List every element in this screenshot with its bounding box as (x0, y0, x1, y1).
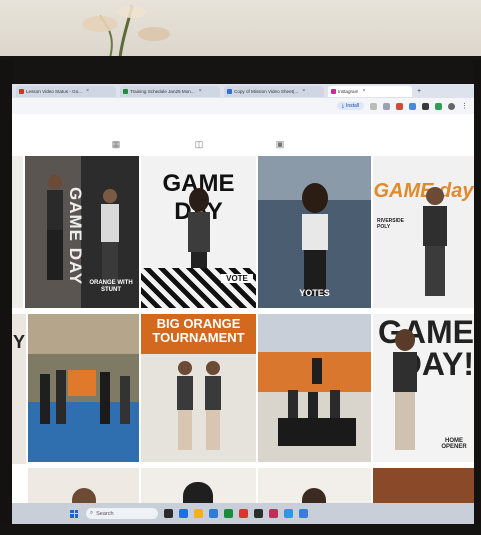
taskbar-search[interactable]: ⌕ Search (86, 508, 158, 519)
post-stunt-pyramid[interactable] (258, 314, 371, 462)
monitor-screen: Lesson Video Status - Go... × Training Sch… (12, 84, 474, 526)
tagged-icon[interactable]: ▣ (274, 138, 286, 150)
taskbar-app-icon-9[interactable] (299, 509, 308, 518)
browser-tab-strip: Lesson Video Status - Go... × Training Sch… (12, 84, 474, 98)
new-tab-button[interactable]: + (417, 88, 421, 95)
taskbar-apps (158, 509, 308, 518)
post-big-orange-tournament[interactable]: BIG ORANGE TOURNAMENT (141, 314, 256, 462)
extension-icon-dark[interactable] (422, 102, 429, 110)
athlete-figure-3 (188, 188, 210, 276)
post-game-day-2[interactable]: GAME DAY VOTE (141, 156, 256, 308)
browser-tab-2[interactable]: Copy of Mission Video Sheet(... × (224, 85, 324, 97)
windows-taskbar: ⌕ Search (12, 503, 474, 524)
taskbar-app-icon-6[interactable] (254, 509, 263, 518)
close-icon[interactable]: × (86, 88, 89, 94)
plant-image (82, 5, 170, 58)
athlete-figure-4 (302, 183, 328, 296)
browser-tab-3[interactable]: Instagram × (328, 85, 412, 97)
post-game-day-1[interactable]: GAME DAY ORANGE WITH STUNT (25, 156, 139, 308)
grid-icon[interactable]: ▦ (110, 138, 122, 150)
post-partial-left-2[interactable]: Y (12, 314, 26, 464)
close-icon[interactable]: × (302, 88, 305, 94)
tab-favicon-icon (331, 88, 336, 94)
close-icon[interactable]: × (199, 88, 202, 94)
extension-icon-blue[interactable] (409, 102, 416, 110)
team-figures (40, 370, 130, 424)
browser-toolbar: ⤓ Install ⋮ (12, 98, 474, 114)
tab-favicon-icon (19, 88, 24, 94)
install-button[interactable]: ⤓ Install (336, 102, 364, 110)
windows-start-icon[interactable] (70, 509, 78, 518)
extension-icon-red[interactable] (396, 102, 403, 110)
post-game-day-3[interactable]: GAME day RIVERSIDE POLY (373, 156, 474, 308)
tab-label: Instagram (338, 88, 359, 94)
extension-icon-green[interactable] (435, 102, 442, 110)
profile-avatar[interactable] (448, 102, 455, 110)
taskbar-app-icon-2[interactable] (194, 509, 203, 518)
menu-dots-icon[interactable]: ⋮ (461, 103, 468, 110)
tab-label: Copy of Mission Video Sheet(... (234, 88, 299, 94)
browser-tab-0[interactable]: Lesson Video Status - Go... × (16, 85, 116, 97)
taskbar-app-icon-7[interactable] (269, 509, 278, 518)
monitor-bezel-right (473, 60, 481, 535)
post-partial-left-1[interactable] (12, 156, 23, 308)
photo-of-monitor: Lesson Video Status - Go... × Training Sch… (0, 0, 481, 535)
close-icon[interactable]: × (362, 88, 365, 94)
download-icon: ⤓ (341, 103, 344, 109)
taskbar-app-icon-5[interactable] (239, 509, 248, 518)
tab-label: Lesson Video Status - Go... (26, 88, 83, 94)
taskbar-app-icon-8[interactable] (284, 509, 293, 518)
bookmark-icon[interactable] (370, 102, 377, 110)
profile-grid-tabs: ▦ ◫ ▣ (12, 138, 474, 156)
athlete-figure-6 (393, 329, 417, 450)
athlete-figure-5 (423, 187, 447, 296)
post-practice-gym[interactable] (28, 314, 139, 462)
tab-label: Training Schedule Jan25 Mon... (130, 88, 195, 94)
taskbar-app-icon-4[interactable] (224, 509, 233, 518)
monitor-bezel-bottom (0, 524, 481, 535)
search-icon: ⌕ (90, 510, 94, 516)
browser-tab-1[interactable]: Training Schedule Jan25 Mon... × (120, 85, 220, 97)
extension-icon[interactable] (383, 102, 390, 110)
reels-icon[interactable]: ◫ (193, 138, 205, 150)
taskbar-app-icon-0[interactable] (164, 509, 173, 518)
stunt-figures (278, 358, 356, 446)
post-yotes[interactable]: YOTES (258, 156, 371, 308)
post-game-day-home-opener[interactable]: GAME DAY! HOME OPENER (373, 314, 474, 462)
taskbar-app-icon-1[interactable] (179, 509, 188, 518)
athlete-pair (177, 361, 221, 450)
tab-favicon-icon (123, 88, 128, 94)
posts-grid: Y GAME DAY ORANGE WITH STUNT GAME VOTE Y… (12, 156, 474, 526)
taskbar-app-icon-3[interactable] (209, 509, 218, 518)
tab-favicon-icon (227, 88, 232, 94)
